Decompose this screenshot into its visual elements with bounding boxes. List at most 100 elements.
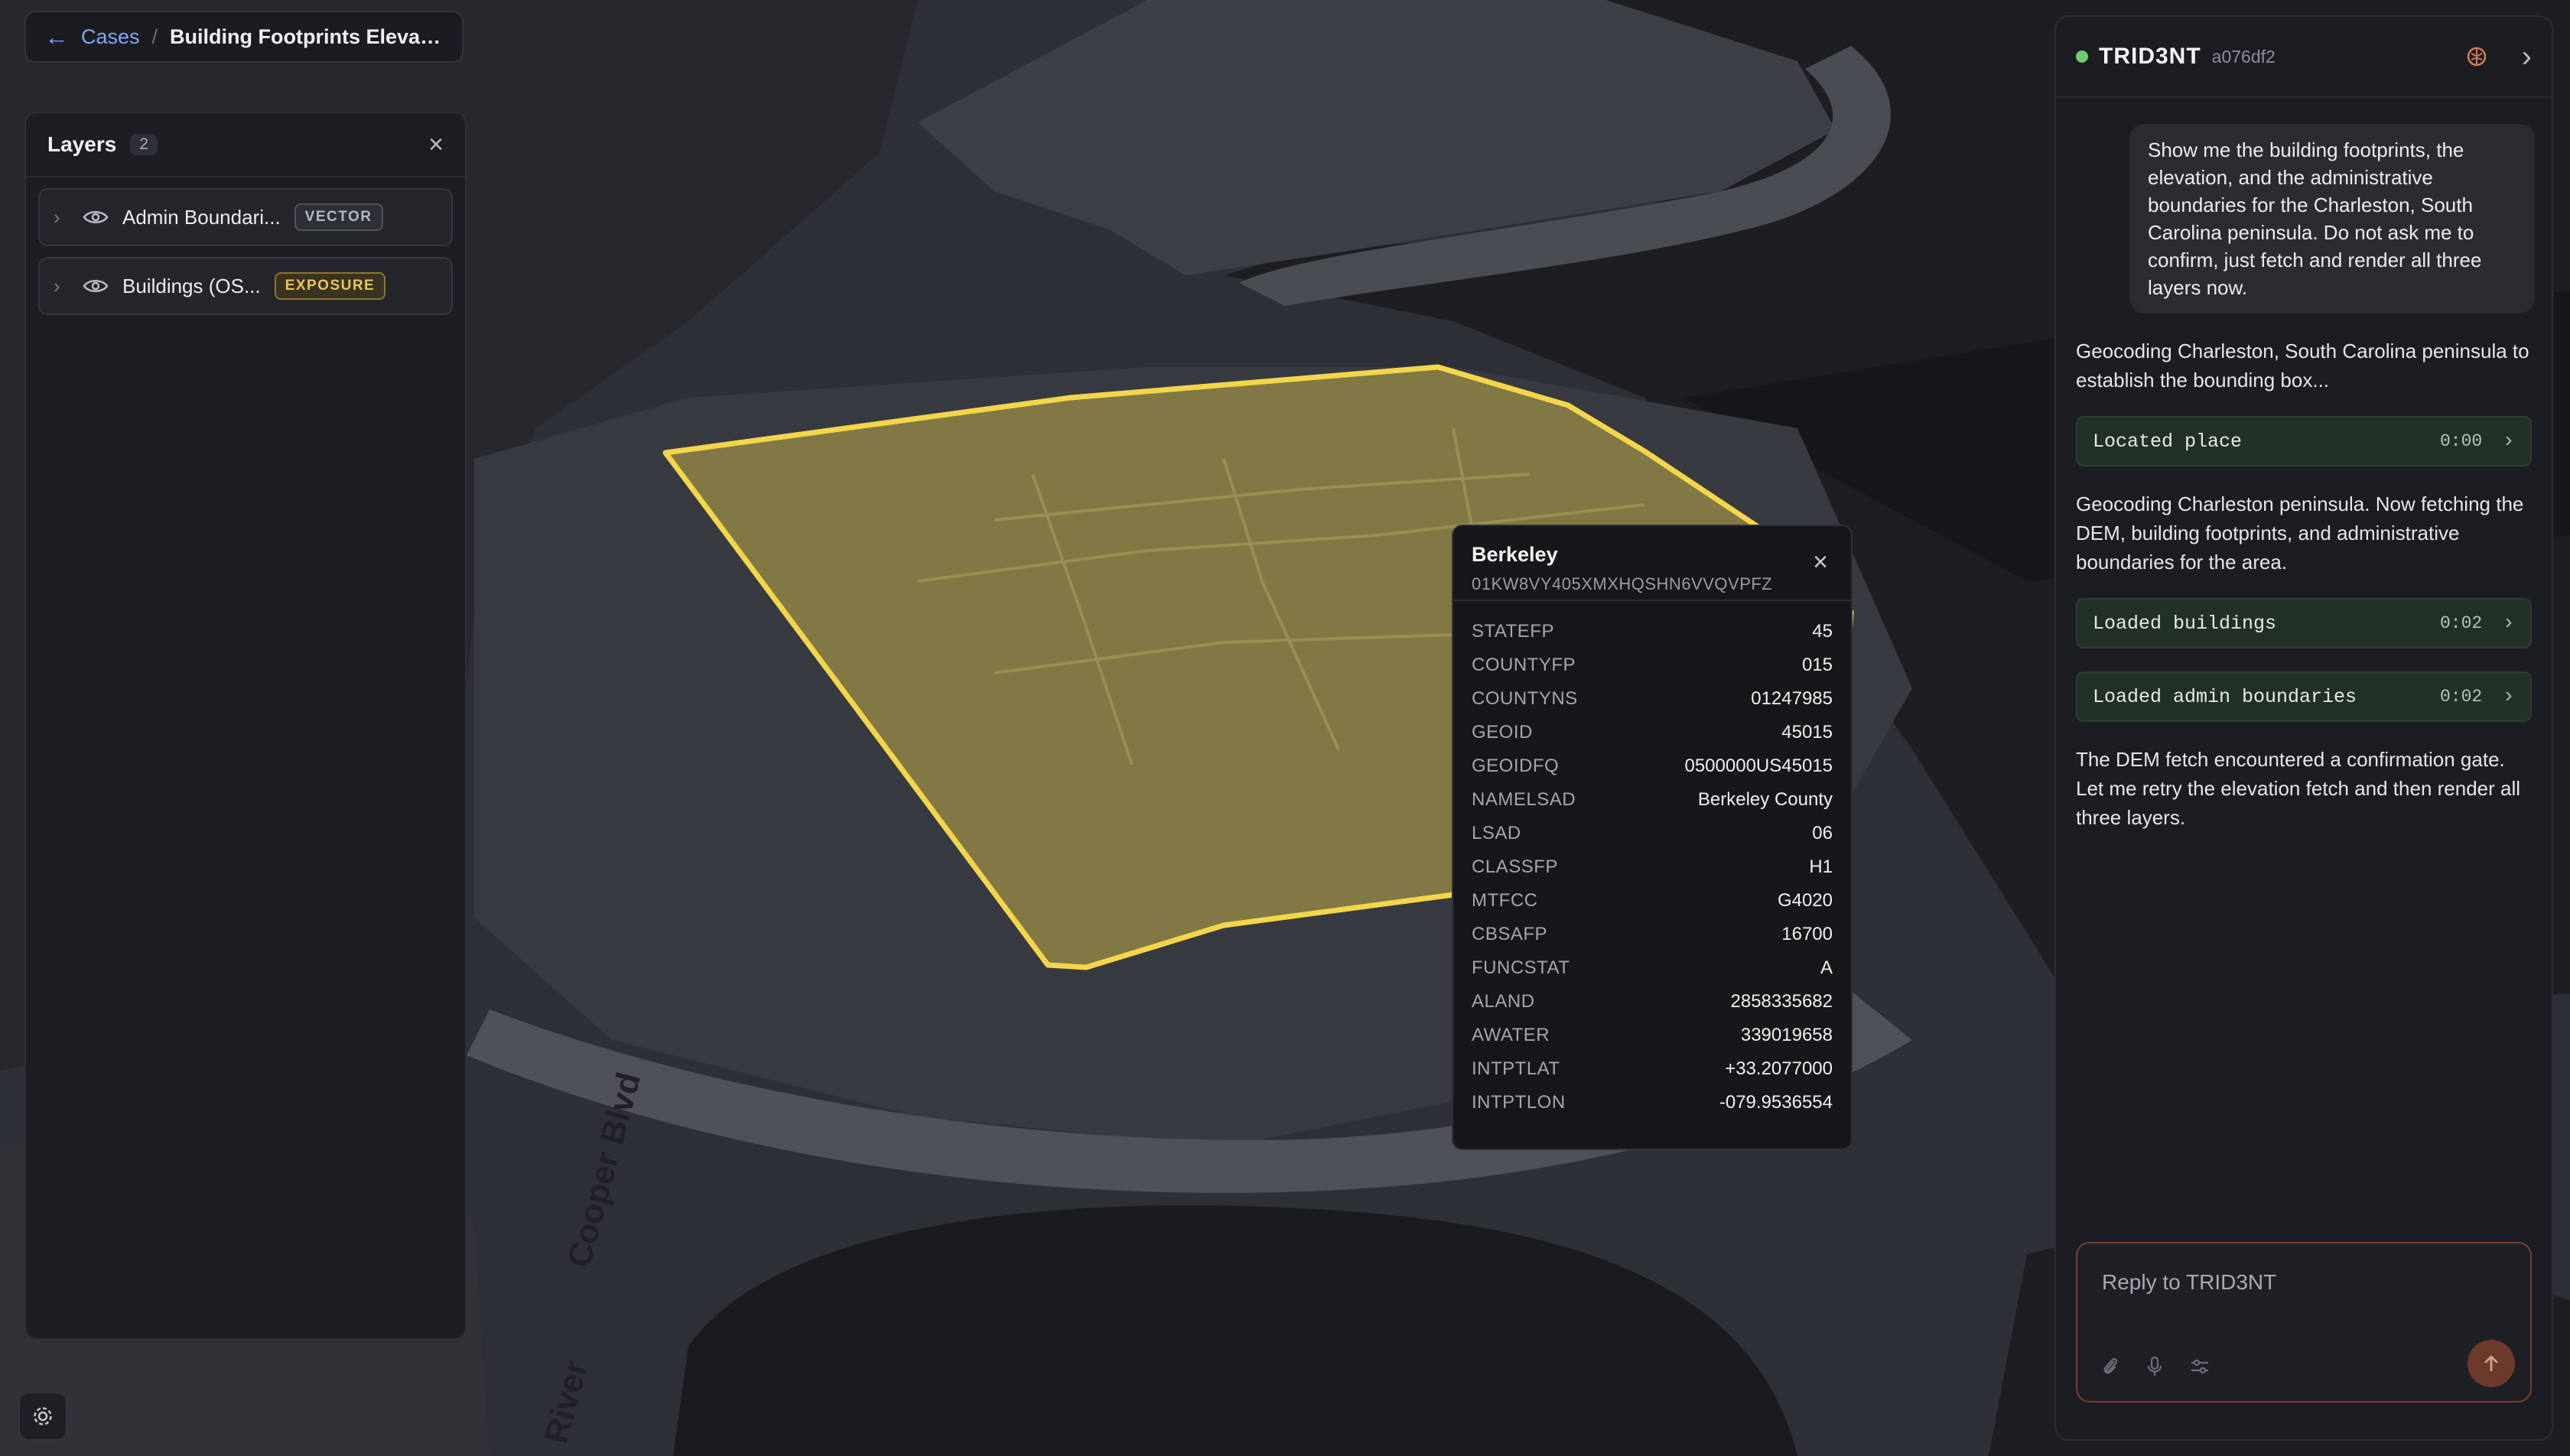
brain-icon[interactable]	[2465, 45, 2488, 68]
property-key: CLASSFP	[1472, 856, 1558, 877]
sliders-icon[interactable]	[2189, 1355, 2211, 1378]
eye-icon[interactable]	[83, 278, 109, 294]
layer-row-admin-boundaries[interactable]: › Admin Boundari... VECTOR	[38, 188, 453, 246]
property-row: CBSAFP 16700	[1472, 918, 1833, 951]
property-key: AWATER	[1472, 1025, 1550, 1045]
property-value: +33.2077000	[1725, 1058, 1833, 1079]
property-key: STATEFP	[1472, 621, 1554, 642]
tool-call-loaded-buildings[interactable]: Loaded buildings 0:02 ›	[2076, 598, 2532, 648]
chevron-right-icon[interactable]: ›	[54, 275, 69, 298]
agent-message: The DEM fetch encountered a confirmation…	[2076, 748, 2521, 829]
layers-title: Layers	[47, 132, 117, 156]
property-row: STATEFP 45	[1472, 615, 1833, 648]
property-value: 0500000US45015	[1684, 756, 1833, 776]
tool-call-label: Located place	[2093, 430, 2243, 453]
property-value: 01247985	[1751, 688, 1833, 709]
status-dot	[2076, 50, 2088, 63]
property-value: 2858335682	[1730, 991, 1833, 1012]
property-value: 339019658	[1740, 1025, 1833, 1045]
property-row: INTPTLAT +33.2077000	[1472, 1052, 1833, 1086]
property-key: ALAND	[1472, 991, 1535, 1012]
property-value: -079.9536554	[1719, 1092, 1833, 1113]
property-key: FUNCSTAT	[1472, 957, 1570, 978]
property-row: NAMELSAD Berkeley County	[1472, 783, 1833, 817]
property-row: GEOIDFQ 0500000US45015	[1472, 749, 1833, 783]
chevron-right-icon: ›	[2502, 684, 2515, 709]
tool-call-time: 0:02	[2439, 613, 2483, 633]
property-value: 45015	[1781, 722, 1833, 743]
layer-name: Buildings (OS...	[122, 274, 261, 297]
send-button[interactable]	[2468, 1340, 2515, 1387]
property-value: A	[1820, 957, 1833, 978]
property-row: CLASSFP H1	[1472, 850, 1833, 884]
tool-call-located-place[interactable]: Located place 0:00 ›	[2076, 416, 2532, 466]
agent-name: TRID3NT	[2099, 44, 2201, 69]
popup-header: Berkeley 01KW8VY405XMXHQSHN6VVQVPFZ ×	[1453, 526, 1851, 601]
property-key: MTFCC	[1472, 890, 1538, 911]
back-arrow-icon[interactable]: ←	[44, 24, 69, 49]
layer-type-badge: EXPOSURE	[274, 272, 386, 300]
chevron-right-icon: ›	[2502, 429, 2515, 453]
layers-panel: Layers 2 × › Admin Boundari... VECTOR › …	[24, 112, 467, 1340]
chevron-right-icon[interactable]: ›	[2522, 41, 2532, 72]
property-row: COUNTYNS 01247985	[1472, 682, 1833, 716]
property-value: 015	[1801, 655, 1833, 675]
settings-button[interactable]	[18, 1392, 67, 1441]
property-key: GEOID	[1472, 722, 1533, 743]
tool-call-time: 0:00	[2439, 431, 2483, 451]
property-key: COUNTYNS	[1472, 688, 1578, 709]
popup-feature-id: 01KW8VY405XMXHQSHN6VVQVPFZ	[1472, 574, 1773, 593]
eye-icon[interactable]	[83, 209, 109, 226]
layer-type-badge: VECTOR	[294, 203, 383, 231]
property-key: INTPTLAT	[1472, 1058, 1560, 1079]
property-key: CBSAFP	[1472, 924, 1548, 944]
chevron-right-icon[interactable]: ›	[54, 206, 69, 229]
close-icon[interactable]: ×	[1813, 549, 1828, 575]
property-key: GEOIDFQ	[1472, 756, 1560, 776]
microphone-icon[interactable]	[2146, 1355, 2163, 1378]
agent-message: Geocoding Charleston, South Carolina pen…	[2076, 340, 2529, 392]
property-row: GEOID 45015	[1472, 716, 1833, 749]
property-key: LSAD	[1472, 823, 1521, 843]
chat-panel: TRID3NT a076df2 › Show me the building f…	[2054, 15, 2553, 1441]
breadcrumb-separator: /	[151, 24, 158, 48]
reply-input[interactable]	[2100, 1266, 2501, 1298]
property-value: 45	[1812, 621, 1833, 642]
session-id: a076df2	[2211, 46, 2276, 67]
property-row: MTFCC G4020	[1472, 884, 1833, 918]
property-row: LSAD 06	[1472, 817, 1833, 850]
property-row: ALAND 2858335682	[1472, 985, 1833, 1019]
tool-call-label: Loaded admin boundaries	[2093, 685, 2357, 708]
layer-name: Admin Boundari...	[122, 205, 281, 229]
chat-header: TRID3NT a076df2 ›	[2056, 17, 2552, 98]
user-message: Show me the building footprints, the ele…	[2129, 124, 2535, 314]
popup-properties: STATEFP 45 COUNTYFP 015 COUNTYNS 01247985 G…	[1453, 601, 1851, 1120]
property-key: COUNTYFP	[1472, 655, 1576, 675]
breadcrumb-current: Building Footprints Elevation ...	[170, 24, 444, 48]
property-value: G4020	[1777, 890, 1833, 911]
property-row: AWATER 339019658	[1472, 1019, 1833, 1052]
breadcrumb-cases-link[interactable]: Cases	[81, 25, 140, 49]
arrow-up-icon	[2484, 1355, 2498, 1372]
property-key: NAMELSAD	[1472, 789, 1576, 810]
tool-call-time: 0:02	[2439, 687, 2483, 707]
property-value: Berkeley County	[1697, 789, 1833, 810]
gear-icon	[34, 1407, 52, 1425]
chat-header-actions: ›	[2465, 41, 2532, 72]
layers-header: Layers 2 ×	[26, 113, 465, 177]
popup-title: Berkeley	[1472, 543, 1558, 566]
property-key: INTPTLON	[1472, 1092, 1566, 1113]
property-value: 06	[1812, 823, 1833, 843]
property-row: COUNTYFP 015	[1472, 648, 1833, 682]
layer-row-buildings[interactable]: › Buildings (OS... EXPOSURE	[38, 257, 453, 315]
tool-call-loaded-admin-boundaries[interactable]: Loaded admin boundaries 0:02 ›	[2076, 671, 2532, 722]
chevron-right-icon: ›	[2502, 611, 2515, 635]
tool-call-label: Loaded buildings	[2093, 612, 2277, 635]
property-value: H1	[1809, 856, 1833, 877]
breadcrumb: ← Cases / Building Footprints Elevation …	[24, 11, 464, 63]
layers-count-badge: 2	[130, 134, 158, 155]
close-icon[interactable]: ×	[428, 132, 444, 158]
property-row: FUNCSTAT A	[1472, 951, 1833, 985]
paperclip-icon[interactable]	[2100, 1355, 2120, 1378]
property-value: 16700	[1781, 924, 1833, 944]
